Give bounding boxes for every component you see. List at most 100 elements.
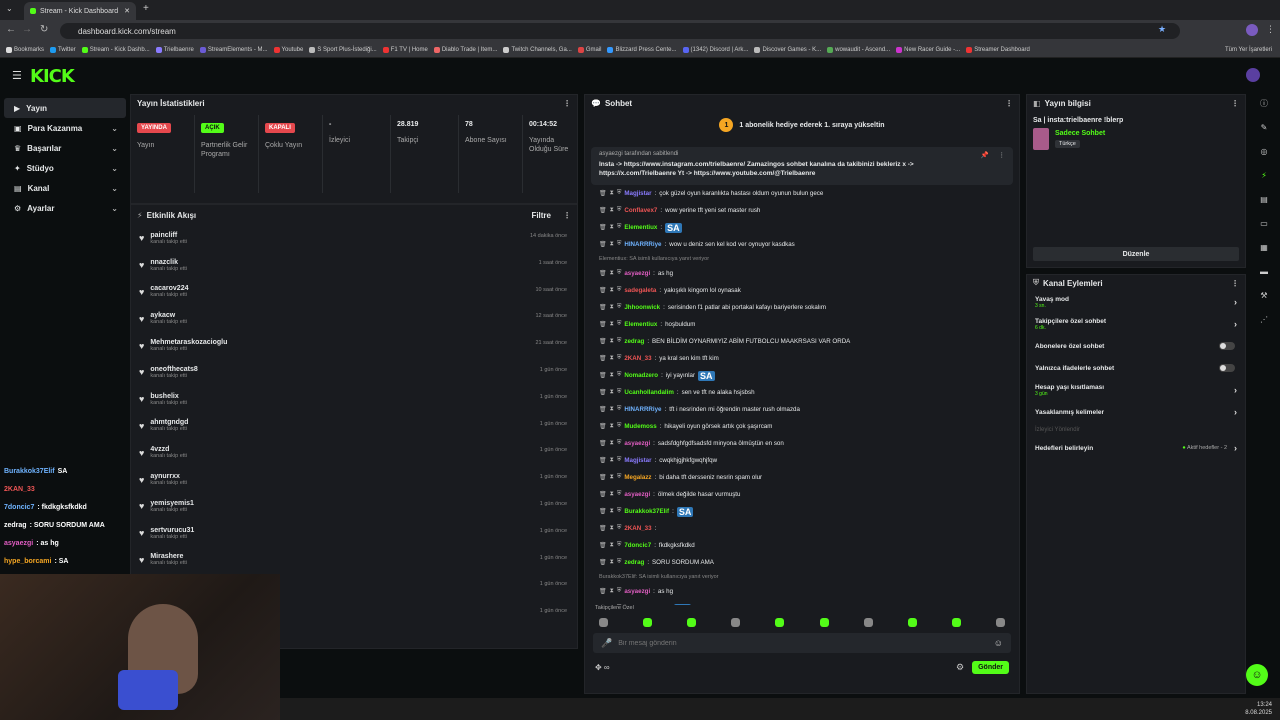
new-tab-icon[interactable]: + (143, 3, 149, 14)
channel-action-row[interactable]: Yasaklanmış kelimeler › (1027, 401, 1245, 423)
chat-message[interactable]: 🗑 ⧗ ⛨ Ucanhollandalim: sen ve tft ne alaka h… (585, 384, 1019, 401)
wrench-icon[interactable]: ⚒ (1257, 288, 1271, 302)
trash-icon[interactable]: 🗑 (599, 457, 607, 464)
filter-button[interactable]: Filtre (531, 211, 551, 220)
quick-emote-icon[interactable] (907, 617, 917, 627)
trash-icon[interactable]: 🗑 (599, 423, 607, 430)
more-options-icon[interactable]: ⋮ (1231, 279, 1239, 288)
channel-action-row[interactable]: Abonelere özel sohbet (1027, 335, 1245, 357)
ban-icon[interactable]: ⛨ (617, 207, 622, 214)
bookmark-item[interactable]: F1 TV | Home (382, 46, 428, 53)
trash-icon[interactable]: 🗑 (599, 321, 607, 328)
more-options-icon[interactable]: ⋮ (1005, 99, 1013, 108)
event-row[interactable]: ♥ bushelix kanalı takip etti 1 gün önce (131, 386, 577, 413)
ban-icon[interactable]: ⛨ (617, 355, 622, 362)
chat-username[interactable]: asyaezgi (624, 491, 650, 498)
event-row[interactable]: ♥ yemisyemis1 kanalı takip etti 1 gün önce (131, 493, 577, 520)
chat-message[interactable]: 🗑 ⧗ ⛨ Jhhoonwick: serisinden f1 patlar abi p… (585, 299, 1019, 316)
chat-username[interactable]: Jhhoonwick (624, 304, 660, 311)
chat-message[interactable]: 🗑 ⧗ ⛨ Elementiux: hoşbuldum (585, 316, 1019, 333)
chat-username[interactable]: Magjistar (624, 190, 651, 197)
quick-emote-icon[interactable] (687, 617, 697, 627)
trash-icon[interactable]: 🗑 (599, 491, 607, 498)
chat-message[interactable]: 🗑 ⧗ ⛨ asyaezgi: ölmek değilde hasar vurmuştu (585, 486, 1019, 503)
chat-username[interactable]: sadegaleta (624, 287, 656, 294)
profile-avatar[interactable] (1246, 24, 1258, 36)
chat-username[interactable]: Conflavex7 (624, 207, 657, 214)
bookmark-item[interactable]: Diablo Trade | Item... (433, 46, 497, 53)
ban-icon[interactable]: ⛨ (617, 338, 622, 345)
chat-username[interactable]: Elementiux (624, 321, 657, 328)
bookmark-item[interactable]: (1342) Discord | Ark... (682, 46, 748, 53)
trash-icon[interactable]: 🗑 (599, 559, 607, 566)
bookmark-item[interactable]: New Racer Guide -... (896, 46, 960, 53)
trash-icon[interactable]: 🗑 (599, 389, 607, 396)
category-thumbnail[interactable] (1033, 128, 1049, 150)
chat-username[interactable]: asyaezgi (624, 270, 650, 277)
ban-icon[interactable]: ⛨ (617, 241, 622, 248)
chat-username[interactable]: Burakkok37Elif (624, 508, 669, 515)
support-chat-icon[interactable]: ☺ (1246, 664, 1268, 686)
ban-icon[interactable]: ⛨ (617, 287, 622, 294)
bookmark-star-icon[interactable]: ★ (1158, 24, 1166, 35)
trash-icon[interactable]: 🗑 (599, 508, 607, 515)
chat-username[interactable]: zedrag (624, 338, 644, 345)
ban-icon[interactable]: ⛨ (617, 440, 622, 447)
bookmark-item[interactable]: Twitter (50, 46, 76, 53)
chat-username[interactable]: 7doncic7 (624, 542, 651, 549)
chat-username[interactable]: Elementiux (624, 224, 657, 231)
chat-message[interactable]: 🗑 ⧗ ⛨ Magjistar: çok güzel oyun karanlıkta h… (585, 185, 1019, 202)
ban-icon[interactable]: ⛨ (617, 491, 622, 498)
chat-message[interactable]: 🗑 ⧗ ⛨ Mudemoss: hikayeli oyun görsek artık ç… (585, 418, 1019, 435)
ban-icon[interactable]: ⛨ (617, 224, 622, 231)
ban-icon[interactable]: ⛨ (617, 423, 622, 430)
ban-icon[interactable]: ⛨ (617, 542, 622, 549)
ban-icon[interactable]: ⛨ (617, 389, 622, 396)
chat-icon[interactable]: ▭ (1257, 216, 1271, 230)
ban-icon[interactable]: ⛨ (617, 525, 622, 532)
ban-icon[interactable]: ⛨ (617, 270, 622, 277)
message-input[interactable] (618, 639, 988, 647)
trash-icon[interactable]: 🗑 (599, 207, 607, 214)
bookmark-item[interactable]: Discover Games - K... (754, 46, 821, 53)
browser-tab[interactable]: Stream - Kick Dashboard ✕ (24, 2, 136, 20)
toggle-switch[interactable] (1219, 364, 1235, 372)
ban-icon[interactable]: ⛨ (617, 588, 622, 595)
back-icon[interactable]: ← (6, 24, 16, 35)
chat-message[interactable]: 🗑 ⧗ ⛨ Burakkok37Elif: SA (585, 503, 1019, 520)
timeout-icon[interactable]: ⧗ (610, 207, 614, 214)
chat-message[interactable]: 🗑 ⧗ ⛨ Nomadzero: iyi yayınlar SA (585, 367, 1019, 384)
trash-icon[interactable]: 🗑 (599, 355, 607, 362)
timeout-icon[interactable]: ⧗ (610, 338, 614, 345)
bookmark-item[interactable]: Stream - Kick Dashb... (81, 46, 150, 53)
chat-input[interactable]: 🎤 ☺ (593, 633, 1011, 653)
trash-icon[interactable]: 🗑 (599, 224, 607, 231)
chat-message[interactable]: 🗑 ⧗ ⛨ Conflavex7: wow yerine tft yeni set ma… (585, 202, 1019, 219)
bookmark-item[interactable]: Streamer Dashboard (966, 46, 1030, 53)
mic-icon[interactable]: 🎤 (601, 638, 612, 649)
bookmark-item[interactable]: Gmail (577, 46, 601, 53)
event-row[interactable]: ♥ Mehmetaraskozacioglu kanalı takip etti 21… (131, 332, 577, 359)
quick-emote-icon[interactable] (819, 617, 829, 627)
camera-icon[interactable]: ◎ (1257, 144, 1271, 158)
ban-icon[interactable]: ⛨ (617, 304, 622, 311)
chat-username[interactable]: Megalazz (624, 474, 651, 481)
sidebar-item[interactable]: ▣ Para Kazanma ⌄ (4, 118, 126, 138)
more-options-icon[interactable]: ⋮ (563, 99, 571, 108)
timeout-icon[interactable]: ⧗ (610, 304, 614, 311)
chat-message[interactable]: 🗑 ⧗ ⛨ 2KAN_33: ya kral sen kim tft kim (585, 350, 1019, 367)
stats-icon[interactable]: ▦ (1257, 240, 1271, 254)
chat-message[interactable]: 🗑 ⧗ ⛨ asyaezgi: as hg (585, 583, 1019, 600)
bookmark-item[interactable]: S Sport Plus-İstediği... (309, 46, 377, 53)
chat-message[interactable]: 🗑 ⧗ ⛨ Megalazz: bi daha tft dersseniz nesrin… (585, 469, 1019, 486)
timeout-icon[interactable]: ⧗ (610, 406, 614, 413)
more-options-icon[interactable]: ⋮ (1231, 99, 1239, 108)
timeout-icon[interactable]: ⧗ (610, 457, 614, 464)
url-input[interactable]: dashboard.kick.com/stream (60, 23, 1180, 39)
chat-username[interactable]: zedrag (624, 559, 644, 566)
user-avatar[interactable] (1246, 68, 1260, 82)
event-row[interactable]: ♥ 4vzzd kanalı takip etti 1 gün önce (131, 439, 577, 466)
chat-username[interactable]: HINARRRiye (624, 241, 661, 248)
event-row[interactable]: ♥ ahmtgndgd kanalı takip etti 1 gün önce (131, 413, 577, 440)
trash-icon[interactable]: 🗑 (599, 287, 607, 294)
